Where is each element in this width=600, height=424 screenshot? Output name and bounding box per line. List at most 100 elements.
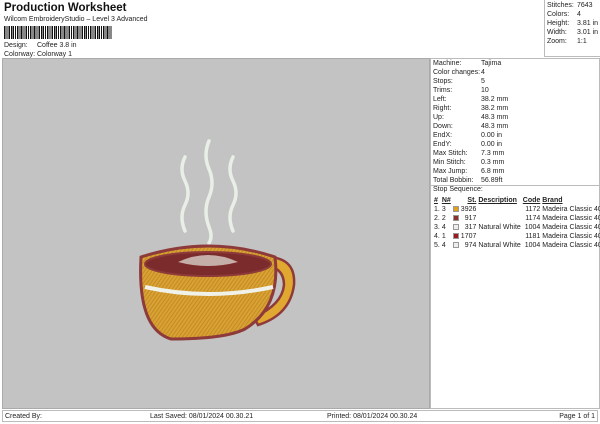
stitch-count: 1707	[460, 233, 477, 240]
stop-sequence-label: Stop Sequence:	[433, 186, 483, 193]
info-value: 3.81 in	[577, 20, 599, 27]
stitch-count: 317	[464, 224, 477, 231]
last-saved: Last Saved: 08/01/2024 00.30.21	[150, 413, 254, 420]
color-swatch	[452, 223, 460, 232]
info-row: Zoom: 1:1	[547, 38, 587, 47]
column-header: St.	[467, 197, 477, 204]
info-row: Machine: Tajima	[433, 60, 501, 69]
info-value: 0.00 in	[481, 141, 503, 148]
table-row: 2. 2 917 1174 Madeira Classic 40	[433, 214, 600, 223]
info-label: Stitches:	[547, 2, 574, 9]
thread-brand: Madeira Classic 40	[542, 206, 600, 213]
thread-code: 1004	[524, 224, 541, 231]
info-label: Machine:	[433, 60, 462, 67]
info-value: 38.2 mm	[481, 96, 509, 103]
info-label: Up:	[433, 114, 444, 121]
table-row: 5. 4 974 Natural White 1004 Madeira Classic 4…	[433, 241, 600, 250]
info-value: 3.01 in	[577, 29, 599, 36]
stitch-count: 974	[464, 242, 477, 249]
info-label: EndX:	[433, 132, 453, 139]
info-row: Up: 48.3 mm	[433, 114, 508, 123]
info-value: 1:1	[577, 38, 587, 45]
seq-number: 1.	[434, 206, 440, 213]
thread-brand: Madeira Classic 40	[542, 242, 600, 249]
info-row: Width: 3.01 in	[547, 29, 598, 38]
info-label: Colors:	[547, 11, 570, 18]
needle-number: 3	[441, 206, 446, 213]
seq-number: 2.	[434, 215, 440, 222]
info-value: Tajima	[481, 60, 502, 67]
thread-code: 1181	[525, 233, 541, 240]
info-row: Colors: 4	[547, 11, 581, 20]
info-value: 5	[481, 78, 485, 85]
info-row: Down: 48.3 mm	[433, 123, 508, 132]
seq-number: 5.	[434, 242, 440, 249]
info-label: Max Jump:	[433, 168, 468, 175]
stitch-count: 917	[464, 215, 477, 222]
info-label: Width:	[547, 29, 567, 36]
info-value: 56.89ft	[481, 177, 503, 184]
info-row: Color changes: 4	[433, 69, 485, 78]
info-row: Height: 3.81 in	[547, 20, 598, 29]
info-label: Total Bobbin:	[433, 177, 474, 184]
thread-code: 1174	[525, 215, 541, 222]
info-label: Height:	[547, 20, 570, 27]
info-value: 7643	[577, 2, 593, 9]
column-header: Description	[478, 197, 517, 204]
info-label: Color changes:	[433, 69, 481, 76]
color-swatch	[452, 232, 460, 241]
info-row: Left: 38.2 mm	[433, 96, 508, 105]
info-label: Stops:	[433, 78, 453, 85]
seq-number: 3.	[434, 224, 440, 231]
description: Natural White	[478, 224, 521, 231]
info-value: 48.3 mm	[481, 114, 509, 121]
thread-brand: Madeira Classic 40	[542, 233, 600, 240]
info-value: 4	[577, 11, 581, 18]
info-row: Right: 38.2 mm	[433, 105, 508, 114]
needle-number: 4	[441, 242, 446, 249]
design-preview	[2, 58, 430, 409]
stop-sequence-table: # N# St. Description Code Brand 1. 3 3926 1172 Mad…	[433, 196, 600, 250]
printed-date: Printed: 08/01/2024 00.30.24	[327, 413, 418, 420]
info-row: Min Stitch: 0.3 mm	[433, 159, 504, 168]
info-label: Min Stitch:	[433, 159, 466, 166]
info-row: Max Jump: 6.8 mm	[433, 168, 504, 177]
page-number: Page 1 of 1	[559, 413, 595, 420]
info-label: Zoom:	[547, 38, 567, 45]
description: Natural White	[478, 242, 521, 249]
thread-brand: Madeira Classic 40	[542, 215, 600, 222]
column-header: N#	[441, 197, 451, 204]
column-header: #	[434, 197, 438, 204]
description	[477, 214, 521, 223]
info-row: Max Stitch: 7.3 mm	[433, 150, 504, 159]
info-label: Trims:	[433, 87, 453, 94]
table-row: 4. 1 1707 1181 Madeira Classic 40	[433, 232, 600, 241]
info-row: Stitches: 7643	[547, 2, 593, 11]
column-header: Code	[522, 197, 541, 204]
info-row: EndY: 0.00 in	[433, 141, 502, 150]
info-panel: Machine: Tajima Color changes: 4 Stops: 5 Trim…	[430, 58, 600, 409]
info-value: 0.3 mm	[481, 159, 505, 166]
info-label: Left:	[433, 96, 447, 103]
table-row: 1. 3 3926 1172 Madeira Classic 40	[433, 205, 600, 214]
info-value: 7.3 mm	[481, 150, 505, 157]
column-header: Brand	[542, 197, 563, 204]
needle-number: 2	[441, 215, 446, 222]
needle-number: 1	[441, 233, 446, 240]
info-value: 4	[481, 69, 485, 76]
footer: Created By: Last Saved: 08/01/2024 00.30…	[2, 410, 598, 422]
thread-code: 1172	[525, 206, 541, 213]
seq-number: 4.	[434, 233, 440, 240]
needle-number: 4	[441, 224, 446, 231]
software-name: Wilcom EmbroideryStudio – Level 3 Advanc…	[4, 16, 148, 23]
color-swatch	[452, 214, 460, 223]
info-row: EndX: 0.00 in	[433, 132, 502, 141]
stats-box: Stitches: 7643 Colors: 4 Height: 3.81 in Width…	[544, 0, 600, 57]
info-value: 0.00 in	[481, 132, 503, 139]
color-swatch	[452, 205, 460, 214]
table-row: 3. 4 317 Natural White 1004 Madeira Classic 4…	[433, 223, 600, 232]
color-swatch	[452, 241, 460, 250]
page-title: Production Worksheet	[4, 2, 127, 14]
info-label: Right:	[433, 105, 452, 112]
info-value: 38.2 mm	[481, 105, 509, 112]
